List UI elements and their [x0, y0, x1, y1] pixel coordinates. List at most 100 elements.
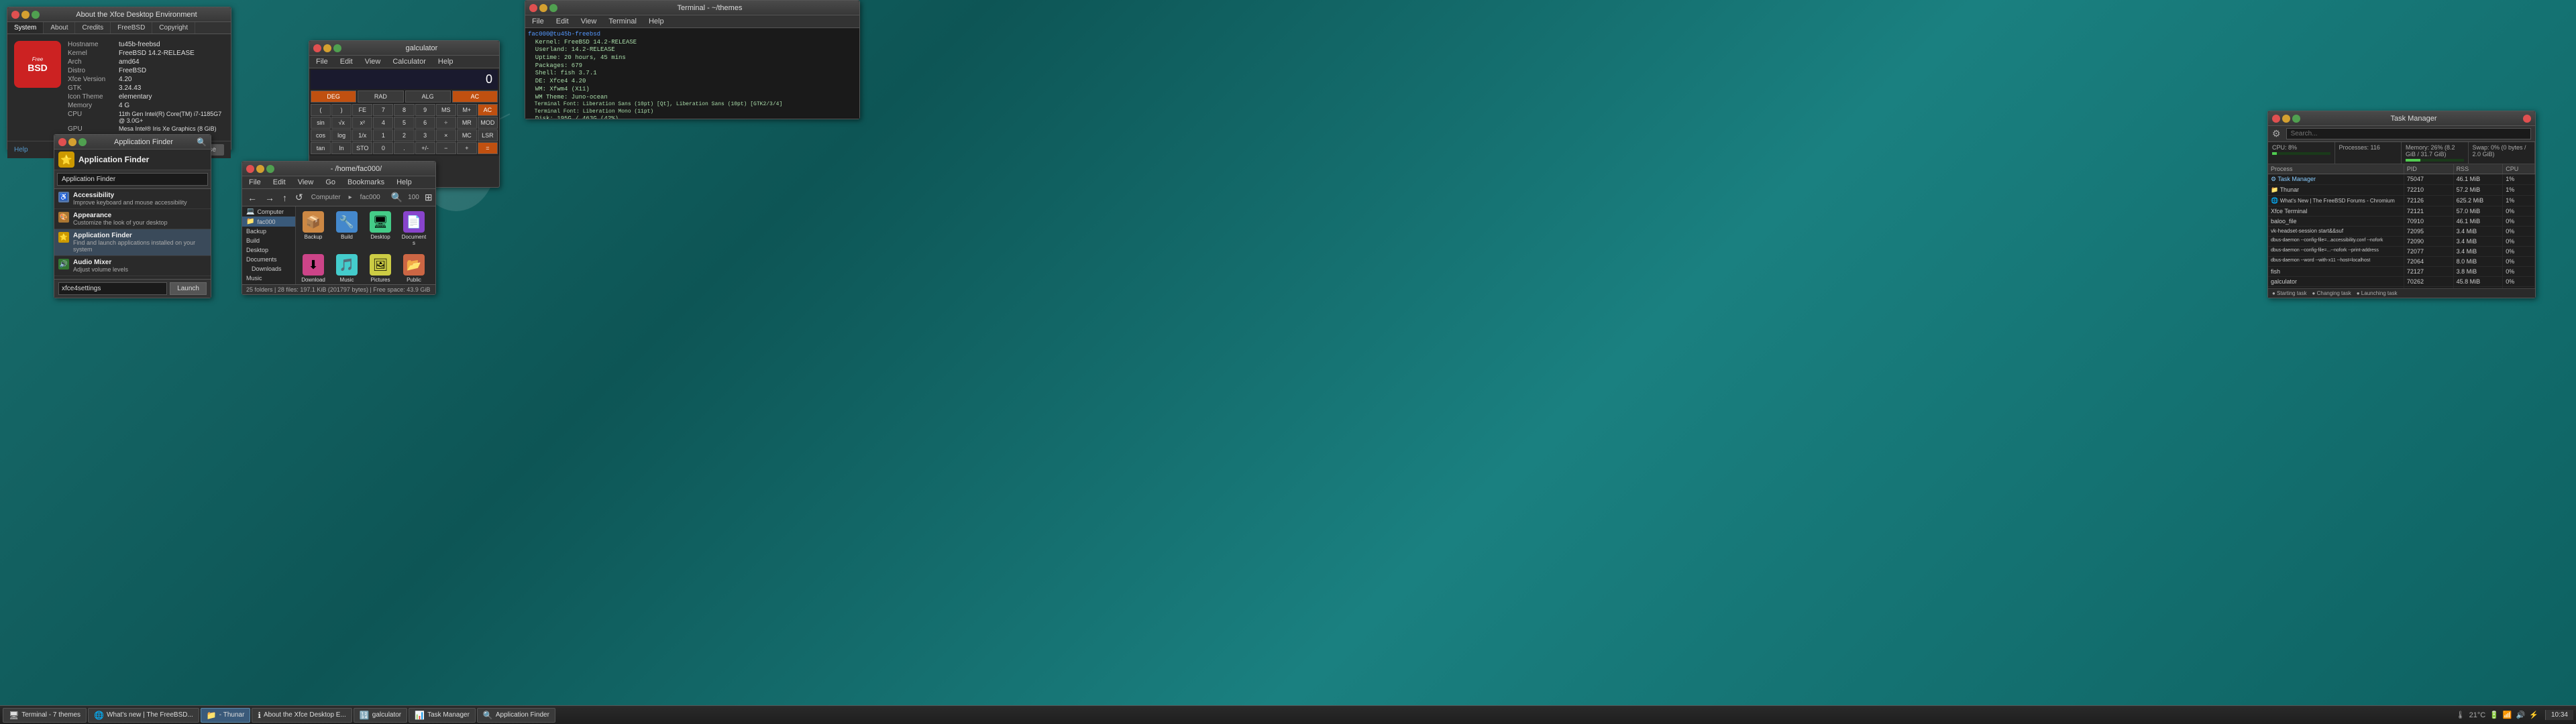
calc-ln[interactable]: ln — [331, 142, 352, 154]
calc-tan[interactable]: tan — [311, 142, 331, 154]
thunar-menu-file[interactable]: File — [245, 177, 265, 188]
table-row[interactable]: ⚙ Task Manager 75047 46.1 MiB 1% — [2268, 174, 2535, 185]
table-row[interactable]: dbus-daemon --word --with-x11 --host=loc… — [2268, 257, 2535, 267]
terminal-close[interactable] — [529, 4, 537, 12]
calc-plusminus[interactable]: +/- — [415, 142, 435, 154]
file-item-public[interactable]: 📂 Public — [399, 252, 429, 284]
tab-system[interactable]: System — [7, 22, 44, 34]
taskbar-browser[interactable]: 🌐 What's new | The FreeBSD... — [88, 708, 199, 723]
calc-1[interactable]: 1 — [373, 129, 393, 141]
calc-lsr[interactable]: LSR — [478, 129, 498, 141]
appfinder-min[interactable] — [68, 138, 76, 146]
calc-equals[interactable]: = — [478, 142, 498, 154]
file-item-build[interactable]: 🔧 Build — [332, 209, 362, 248]
tab-copyright[interactable]: Copyright — [152, 22, 195, 34]
path-fac000[interactable]: fac000 — [358, 192, 383, 202]
maximize-button[interactable] — [32, 11, 40, 19]
calc-alg-btn[interactable]: ALG — [405, 90, 451, 103]
table-row[interactable]: baloo_file 70910 46.1 MiB 0% — [2268, 217, 2535, 227]
close-button[interactable] — [11, 11, 19, 19]
terminal-max[interactable] — [549, 4, 557, 12]
view-toggle[interactable]: ⊞ — [422, 190, 435, 204]
list-item[interactable]: ♿ Accessibility Improve keyboard and mou… — [54, 189, 211, 209]
appfinder-search-input[interactable] — [57, 173, 208, 186]
sidebar-desktop[interactable]: Desktop — [242, 245, 295, 255]
calc-deg-btn[interactable]: DEG — [311, 90, 356, 103]
calc-max[interactable] — [333, 44, 341, 52]
calc-menu-calc[interactable]: Calculator — [388, 56, 430, 67]
taskbar-taskmanager[interactable]: 📊 Task Manager — [409, 708, 476, 723]
minimize-button[interactable] — [21, 11, 30, 19]
thunar-min[interactable] — [256, 165, 264, 173]
calc-menu-file[interactable]: File — [312, 56, 332, 67]
calc-menu-help[interactable]: Help — [434, 56, 458, 67]
calc-4[interactable]: 4 — [373, 117, 393, 129]
sidebar-documents[interactable]: Documents — [242, 255, 295, 264]
tm-close-x[interactable] — [2523, 115, 2531, 123]
file-item-downloads[interactable]: ⬇ Downloads — [299, 252, 328, 284]
calc-min[interactable] — [323, 44, 331, 52]
appfinder-max[interactable] — [78, 138, 87, 146]
calc-9[interactable]: 9 — [415, 104, 435, 116]
list-item[interactable]: 🎨 Appearance Customize the look of your … — [54, 209, 211, 229]
table-row[interactable]: 📁 Thunar 72210 57.2 MiB 1% — [2268, 185, 2535, 196]
launch-button[interactable]: Launch — [170, 282, 207, 295]
calc-mr[interactable]: MR — [457, 117, 477, 129]
pid-header[interactable]: PID — [2404, 164, 2454, 174]
thunar-menu-help[interactable]: Help — [392, 177, 416, 188]
sidebar-build[interactable]: Build — [242, 236, 295, 245]
terminal-content[interactable]: fac000@tu45b-freebsd Kernel: FreeBSD 14.… — [525, 28, 859, 119]
file-item-documents[interactable]: 📄 Documents — [399, 209, 429, 248]
calc-0[interactable]: 0 — [373, 142, 393, 154]
taskbar-appfinder[interactable]: 🔍 Application Finder — [477, 708, 555, 723]
help-link[interactable]: Help — [14, 146, 28, 154]
tm-search-input[interactable] — [2286, 128, 2531, 139]
calc-mul[interactable]: × — [436, 129, 456, 141]
taskbar-thunar[interactable]: 📁 - Thunar — [201, 708, 251, 723]
calc-6[interactable]: 6 — [415, 117, 435, 129]
list-item[interactable]: ⭐ Application Finder Find and launch app… — [54, 229, 211, 256]
thunar-close[interactable] — [246, 165, 254, 173]
calc-plus[interactable]: + — [457, 142, 477, 154]
cpu-header[interactable]: CPU — [2503, 164, 2535, 174]
term-file[interactable]: File — [528, 16, 548, 27]
calc-cos[interactable]: cos — [311, 129, 331, 141]
taskbar-calc[interactable]: 🔢 galculator — [354, 708, 407, 723]
sidebar-computer[interactable]: 💻 Computer — [242, 206, 295, 217]
search-button[interactable]: 🔍 — [388, 190, 405, 204]
back-button[interactable]: ← — [245, 191, 260, 204]
tab-credits[interactable]: Credits — [75, 22, 111, 34]
table-row[interactable]: fish 72127 3.8 MiB 0% — [2268, 267, 2535, 277]
sound-icon[interactable]: 🔊 — [2516, 711, 2526, 719]
term-edit[interactable]: Edit — [552, 16, 573, 27]
calc-sto[interactable]: STO — [352, 142, 372, 154]
term-view[interactable]: View — [577, 16, 601, 27]
file-item-pictures[interactable]: 🖼 Pictures — [366, 252, 395, 284]
calc-div[interactable]: ÷ — [436, 117, 456, 129]
tab-freebsd[interactable]: FreeBSD — [111, 22, 152, 34]
tm-max[interactable] — [2292, 115, 2300, 123]
calc-mod[interactable]: MOD — [478, 117, 498, 129]
sidebar-downloads[interactable]: Downloads — [242, 264, 295, 274]
reload-button[interactable]: ↺ — [292, 190, 306, 204]
file-item-music[interactable]: 🎵 Music — [332, 252, 362, 284]
sidebar-backup[interactable]: Backup — [242, 227, 295, 236]
calc-sin[interactable]: sin — [311, 117, 331, 129]
table-row[interactable]: galculator 70262 45.8 MiB 0% — [2268, 277, 2535, 287]
calc-minus[interactable]: − — [436, 142, 456, 154]
calc-mc[interactable]: MC — [457, 129, 477, 141]
thunar-max[interactable] — [266, 165, 274, 173]
taskbar-about[interactable]: ℹ About the Xfce Desktop E... — [252, 708, 352, 723]
table-row[interactable]: Xfce Terminal 72121 57.0 MiB 0% — [2268, 206, 2535, 217]
tm-settings-icon[interactable]: ⚙ — [2272, 128, 2281, 139]
rss-header[interactable]: RSS — [2454, 164, 2504, 174]
file-item-desktop[interactable]: 🖥 Desktop — [366, 209, 395, 248]
calc-close[interactable] — [313, 44, 321, 52]
calc-paren-open[interactable]: ( — [311, 104, 331, 116]
calc-menu-view[interactable]: View — [361, 56, 385, 67]
calc-rad-btn[interactable]: RAD — [358, 90, 403, 103]
up-button[interactable]: ↑ — [280, 191, 290, 204]
network-icon[interactable]: 📶 — [2503, 711, 2512, 719]
calc-8[interactable]: 8 — [394, 104, 414, 116]
calc-menu-edit[interactable]: Edit — [336, 56, 357, 67]
